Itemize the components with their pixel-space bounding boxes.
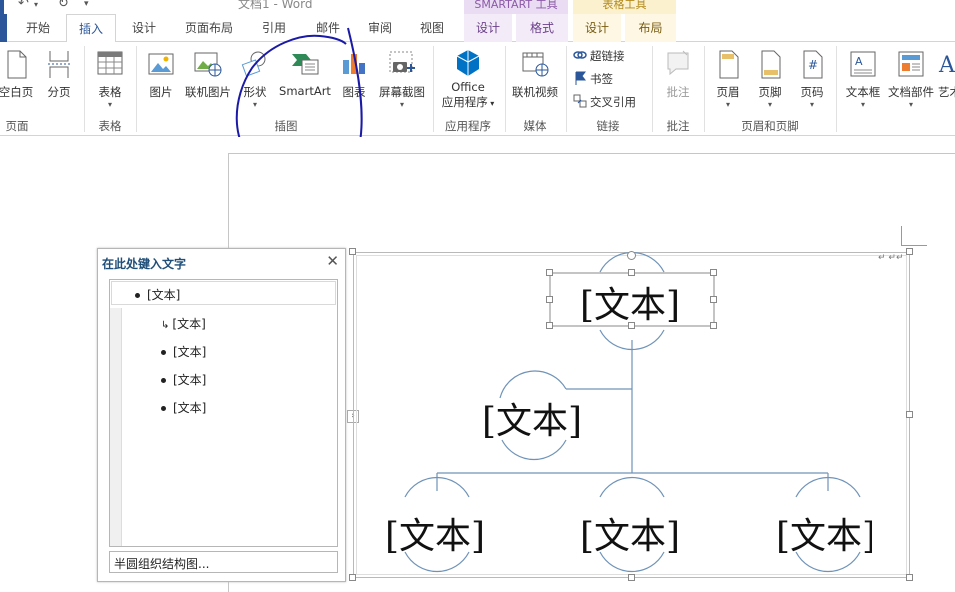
node-child-1[interactable]: [文本] [385, 507, 485, 559]
resize-handle[interactable] [710, 296, 717, 303]
node-assistant[interactable]: [文本] [482, 392, 582, 444]
node-arc [599, 476, 665, 498]
node-top[interactable]: [文本] [580, 276, 680, 328]
rotate-handle[interactable] [627, 251, 636, 260]
resize-handle[interactable] [710, 322, 717, 329]
resize-handle[interactable] [628, 322, 635, 329]
frame-handle[interactable] [628, 574, 635, 581]
resize-handle[interactable] [628, 269, 635, 276]
resize-handle[interactable] [710, 269, 717, 276]
resize-handle[interactable] [546, 296, 553, 303]
paragraph-mark-icon: ↵ ↵↵ [878, 253, 904, 263]
node-child-2[interactable]: [文本] [580, 507, 680, 559]
resize-handle[interactable] [546, 269, 553, 276]
frame-handle[interactable] [349, 574, 356, 581]
frame-handle[interactable] [349, 248, 356, 255]
frame-handle[interactable] [906, 411, 913, 418]
frame-handle[interactable] [906, 248, 913, 255]
frame-handle[interactable] [906, 574, 913, 581]
node-child-3-clip: [文本] [776, 507, 872, 555]
smartart-graphic [404, 251, 861, 573]
node-child-3[interactable]: [文本] [776, 507, 872, 555]
resize-handle[interactable] [546, 322, 553, 329]
